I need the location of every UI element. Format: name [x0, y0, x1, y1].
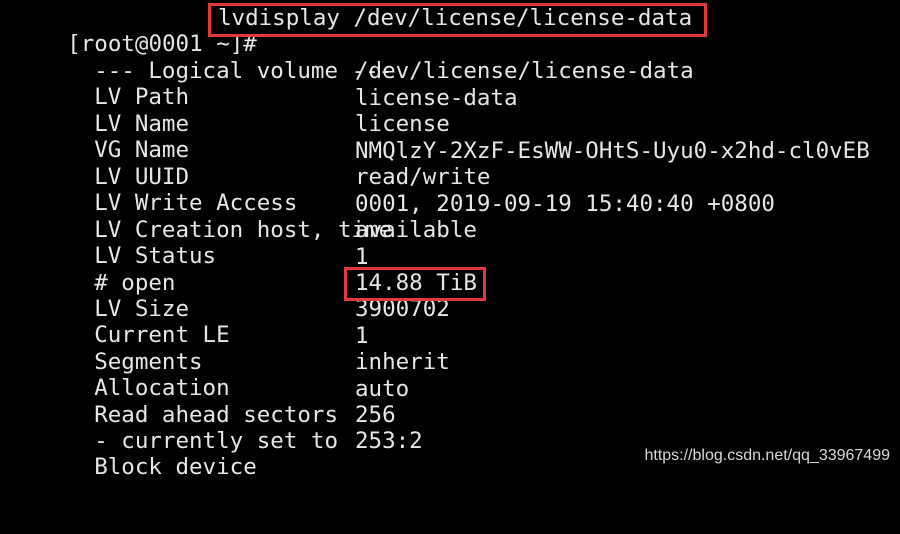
lv-size-value: 14.88 TiB	[355, 270, 477, 296]
row-value: license	[355, 111, 450, 137]
output-row: Current LE 3900702	[40, 296, 450, 348]
row-value: license-data	[355, 85, 518, 111]
row-value: 0001, 2019-09-19 15:40:40 +0800	[355, 191, 775, 217]
output-row: - currently set to 256	[40, 402, 395, 454]
output-row: LV Size 14.88 TiB	[40, 270, 477, 322]
row-value: read/write	[355, 164, 491, 190]
row-value: 1	[355, 323, 369, 349]
row-value: inherit	[355, 349, 450, 375]
output-row: LV UUID NMQlzY-2XzF-EsWW-OHtS-Uyu0-x2hd-…	[40, 138, 870, 190]
output-row: VG Name license	[40, 111, 450, 163]
row-value: 3900702	[355, 296, 450, 322]
output-row: LV Name license-data	[40, 85, 517, 137]
command-line: [root@0001 ~]# lvdisplay /dev/license/lic…	[13, 5, 692, 57]
row-value: 256	[355, 402, 396, 428]
output-row: Block device 253:2	[40, 428, 423, 480]
command-text: lvdisplay /dev/license/license-data	[218, 5, 693, 31]
output-row: LV Status available	[40, 217, 477, 269]
output-row: Segments 1	[40, 323, 368, 375]
output-row: Read ahead sectors auto	[40, 376, 409, 428]
row-value: /dev/license/license-data	[355, 58, 694, 84]
output-row: LV Path /dev/license/license-data	[40, 58, 693, 110]
output-row: Allocation inherit	[40, 349, 450, 401]
row-value: 253:2	[355, 428, 423, 454]
terminal-window[interactable]: [root@0001 ~]# lvdisplay /dev/license/lic…	[0, 0, 900, 480]
row-value: NMQlzY-2XzF-EsWW-OHtS-Uyu0-x2hd-cl0vEB	[355, 138, 870, 164]
row-value: auto	[355, 376, 410, 402]
output-row: LV Write Access read/write	[40, 164, 490, 216]
row-value: available	[355, 217, 477, 243]
output-row: LV Creation host, time 0001, 2019-09-19 …	[40, 191, 775, 243]
watermark: https://blog.csdn.net/qq_33967499	[644, 446, 890, 464]
output-row: # open 1	[40, 244, 368, 296]
section-header: --- Logical volume ---	[40, 32, 392, 84]
row-value: 1	[355, 244, 369, 270]
